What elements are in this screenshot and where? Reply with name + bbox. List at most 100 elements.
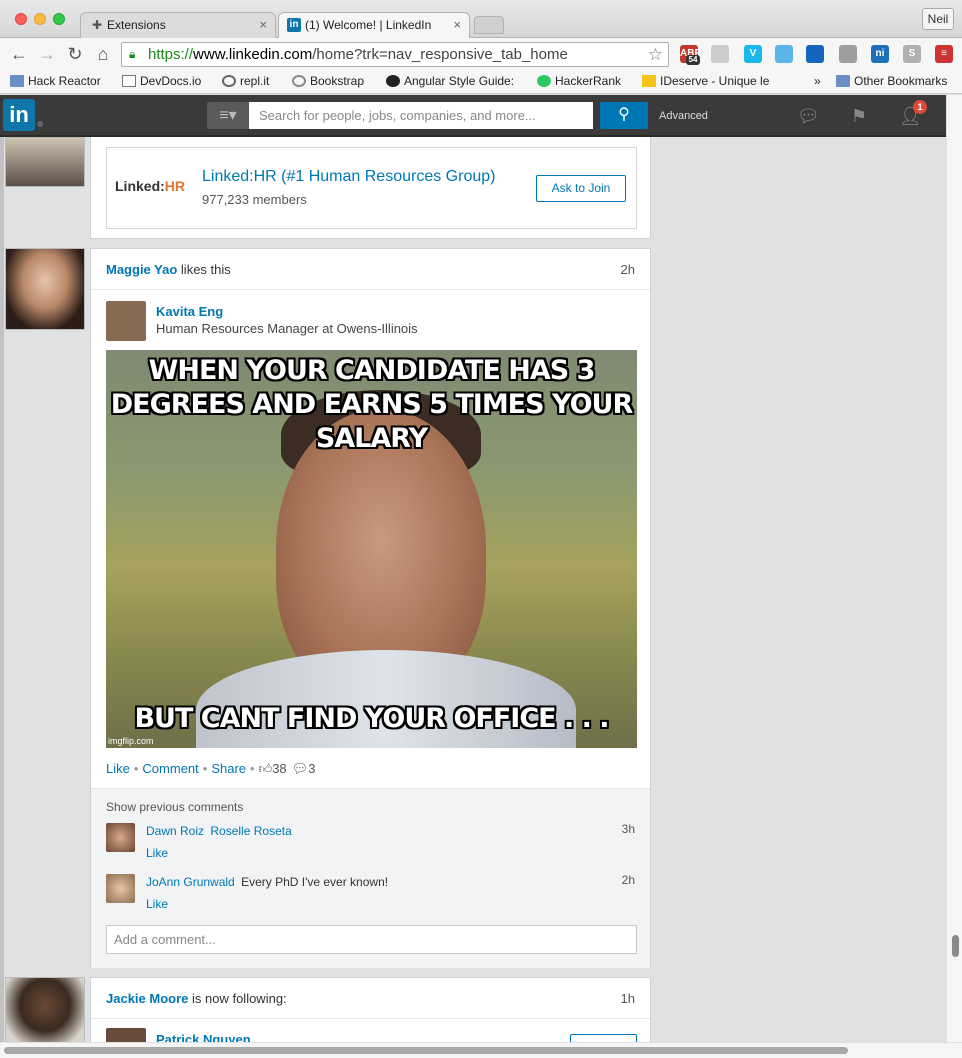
grid-icon[interactable] [839, 45, 857, 63]
search-category-menu[interactable]: ≡▾ [207, 102, 249, 129]
bookmark-hackerrank[interactable]: HackerRank [537, 74, 633, 88]
followed-avatar[interactable] [106, 1028, 146, 1042]
post-header: Jackie Moore is now following: [106, 991, 287, 1006]
bookmark-label: DevDocs.io [140, 74, 202, 88]
react-icon[interactable] [806, 45, 824, 63]
search-input[interactable] [249, 102, 593, 129]
linkedin-favicon-icon: in [287, 18, 301, 32]
home-icon[interactable]: ⌂ [92, 43, 114, 65]
commenter-name-link[interactable]: Dawn Roiz [146, 824, 204, 838]
divider [91, 1018, 650, 1019]
show-previous-comments-link[interactable]: Show previous comments [106, 800, 243, 814]
follow-button[interactable] [570, 1034, 637, 1042]
avatar[interactable] [5, 137, 85, 187]
bookmark-bookstrap[interactable]: Bookstrap [292, 74, 374, 88]
close-window-button[interactable] [15, 13, 27, 25]
new-tab-button[interactable] [474, 16, 504, 34]
replit-icon [222, 75, 236, 87]
puzzle-icon: ✚ [91, 18, 103, 32]
tab-extensions[interactable]: ✚ Extensions × [80, 12, 276, 38]
bookmark-other-bookmarks[interactable]: Other Bookmarks [836, 74, 956, 88]
left-rail [0, 137, 4, 1042]
meme-top-text: WHEN YOUR CANDIDATE HAS 3 DEGREES AND EA… [110, 355, 633, 454]
linkedin-logo[interactable]: in [3, 99, 35, 131]
search-button[interactable]: ⚲ [600, 102, 648, 129]
scroll-thumb[interactable] [4, 1047, 848, 1054]
bookmark-replit[interactable]: repl.it [222, 74, 284, 88]
tv-icon[interactable] [775, 45, 793, 63]
divider [91, 289, 650, 290]
actor-verb: is now following: [192, 991, 287, 1006]
commenter-name-link[interactable]: JoAnn Grunwald [146, 875, 235, 889]
bookmark-label: IDeserve - Unique le [660, 74, 770, 88]
like-link[interactable]: Like [106, 761, 130, 776]
thumbs-up-icon: 👍︎ [258, 761, 273, 776]
search-icon: ⚲ [618, 106, 630, 123]
comment-like-link[interactable]: Like [146, 897, 168, 911]
close-icon[interactable]: × [453, 17, 461, 32]
share-link[interactable]: Share [211, 761, 246, 776]
comment-link[interactable]: Comment [142, 761, 198, 776]
reload-icon[interactable]: ↻ [64, 43, 86, 65]
bookmark-star-icon[interactable]: ☆ [648, 45, 663, 65]
bookmark-label: Angular Style Guide: [404, 74, 515, 88]
comment-count[interactable]: 3 [308, 761, 315, 776]
github-icon [386, 75, 400, 87]
bookmark-label: HackerRank [555, 74, 622, 88]
back-arrow-icon[interactable]: ← [8, 43, 30, 65]
like-count[interactable]: 38 [272, 761, 286, 776]
s-icon[interactable]: S [903, 45, 921, 63]
actor-link[interactable]: Maggie Yao [106, 262, 177, 277]
bookmark-hack-reactor[interactable]: Hack Reactor [10, 74, 120, 88]
mentioned-name-link[interactable]: Roselle Roseta [210, 824, 291, 838]
close-icon[interactable]: × [259, 17, 267, 32]
horizontal-scrollbar[interactable] [0, 1042, 962, 1058]
scroll-thumb[interactable] [952, 935, 959, 957]
forward-arrow-icon[interactable]: → [36, 43, 58, 65]
author-name-link[interactable]: Kavita Eng [156, 304, 223, 319]
author-avatar[interactable] [106, 301, 146, 341]
url-scheme: https:// [148, 46, 194, 63]
vertical-scrollbar[interactable] [946, 95, 962, 1042]
avatar[interactable] [5, 248, 85, 330]
add-comment-input[interactable] [106, 925, 637, 954]
ni-icon[interactable]: ni [871, 45, 889, 63]
flag-icon[interactable]: ⚑ [848, 106, 870, 126]
messages-icon[interactable]: 💬︎ [797, 106, 820, 126]
tab-title: Extensions [107, 18, 166, 32]
bookmarks-overflow-chevron[interactable]: » [814, 74, 821, 88]
commenter-avatar[interactable] [106, 823, 135, 852]
menu-icon[interactable]: ≡ [935, 45, 953, 63]
comment-bubble-icon: 💬︎ [291, 761, 309, 776]
notification-badge: 1 [913, 100, 927, 114]
actor-link[interactable]: Jackie Moore [106, 991, 188, 1006]
profile-button[interactable]: Neil [922, 8, 954, 30]
commenter-avatar[interactable] [106, 874, 135, 903]
advanced-search-link[interactable]: Advanced [659, 110, 708, 122]
address-bar[interactable]: 🔒︎ https://www.linkedin.com/home?trk=nav… [121, 42, 669, 67]
bookmark-label: repl.it [240, 74, 270, 88]
youtube-icon[interactable] [711, 45, 729, 63]
comment: JoAnn Grunwald Every PhD I've ever known… [146, 875, 388, 889]
comment-like-link[interactable]: Like [146, 846, 168, 860]
post-image[interactable]: WHEN YOUR CANDIDATE HAS 3 DEGREES AND EA… [106, 350, 637, 748]
bookmark-ideserve[interactable]: IDeserve - Unique le [642, 74, 778, 88]
zoom-window-button[interactable] [53, 13, 65, 25]
tab-linkedin[interactable]: in (1) Welcome! | LinkedIn × [278, 12, 470, 39]
folder-icon [10, 75, 24, 87]
follow-post-card: Jackie Moore is now following: 1h Patric… [90, 977, 651, 1042]
bookmark-label: Other Bookmarks [854, 74, 948, 88]
bookmark-devdocs[interactable]: DevDocs.io [122, 74, 214, 88]
group-name-link[interactable]: Linked:HR (#1 Human Resources Group) [202, 168, 495, 186]
ideserve-icon [642, 75, 656, 87]
ask-to-join-button[interactable]: Ask to Join [536, 175, 626, 202]
avatar[interactable] [5, 977, 85, 1042]
registered-mark [37, 121, 43, 127]
vimeo-icon[interactable]: V [744, 45, 762, 63]
post-time: 2h [620, 262, 635, 277]
bookmark-angular-style-guide[interactable]: Angular Style Guide: [386, 74, 518, 88]
group-logo: Linked:HR [115, 178, 186, 194]
followed-name-link[interactable]: Patrick Nguyen [156, 1032, 251, 1042]
minimize-window-button[interactable] [34, 13, 46, 25]
bookstrap-icon [292, 75, 306, 87]
